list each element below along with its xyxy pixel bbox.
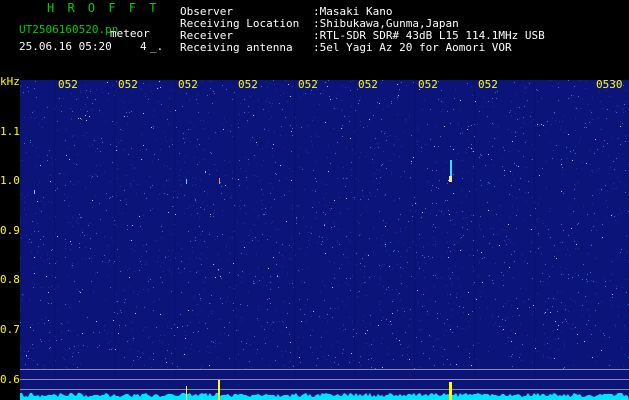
x-tick-label: 052: [118, 78, 138, 91]
y-tick-label: 0.7: [0, 323, 20, 336]
x-tick-label: 052: [238, 78, 258, 91]
x-tick-label: 052: [418, 78, 438, 91]
x-tick-label: 052: [298, 78, 318, 91]
trace-spike: [218, 380, 220, 400]
y-tick-label: 1.0: [0, 174, 20, 187]
y-tick-label: 0.8: [0, 273, 20, 286]
reference-line: [20, 369, 629, 370]
datetime: 25.06.16 05:20: [19, 40, 112, 53]
antenna-label: Receiving antenna: [180, 41, 293, 54]
meteor-echo: [186, 179, 187, 184]
grid-line: [294, 80, 295, 380]
meteor-echo: [219, 178, 220, 184]
y-unit-label: kHz: [0, 75, 20, 88]
x-tick-label: 0530: [596, 78, 623, 91]
reference-line: [20, 389, 629, 390]
trace-spike: [186, 386, 187, 400]
header-panel: H R O F F T UT2506160520.pn meteor 25.06…: [0, 0, 629, 76]
trace-spike: [449, 382, 452, 400]
reference-line: [20, 379, 629, 380]
program-title: H R O F F T: [47, 1, 160, 15]
y-tick-label: 1.1: [0, 125, 20, 138]
meteor-echo: [449, 176, 452, 182]
grid-line: [234, 80, 235, 380]
x-tick-label: 052: [58, 78, 78, 91]
count-marker: _.: [150, 40, 164, 53]
x-tick-label: 052: [478, 78, 498, 91]
spectrogram: [20, 80, 629, 400]
count: 4: [140, 40, 147, 53]
spectrogram-canvas: [20, 80, 629, 400]
grid-line: [54, 80, 55, 380]
antenna-value: :5el Yagi Az 20 for Aomori VOR: [313, 41, 512, 54]
x-tick-label: 052: [358, 78, 378, 91]
filename: UT2506160520.pn: [19, 23, 119, 36]
grid-line: [414, 80, 415, 380]
grid-line: [354, 80, 355, 380]
mode-label: meteor: [110, 27, 150, 40]
spectrum-trace: [20, 393, 629, 400]
y-tick-label: 0.6: [0, 373, 20, 386]
meteor-echo: [34, 190, 35, 194]
y-tick-label: 0.9: [0, 224, 20, 237]
y-axis: kHz 1.1 1.0 0.9 0.8 0.7 0.6: [0, 76, 20, 400]
x-tick-label: 052: [178, 78, 198, 91]
